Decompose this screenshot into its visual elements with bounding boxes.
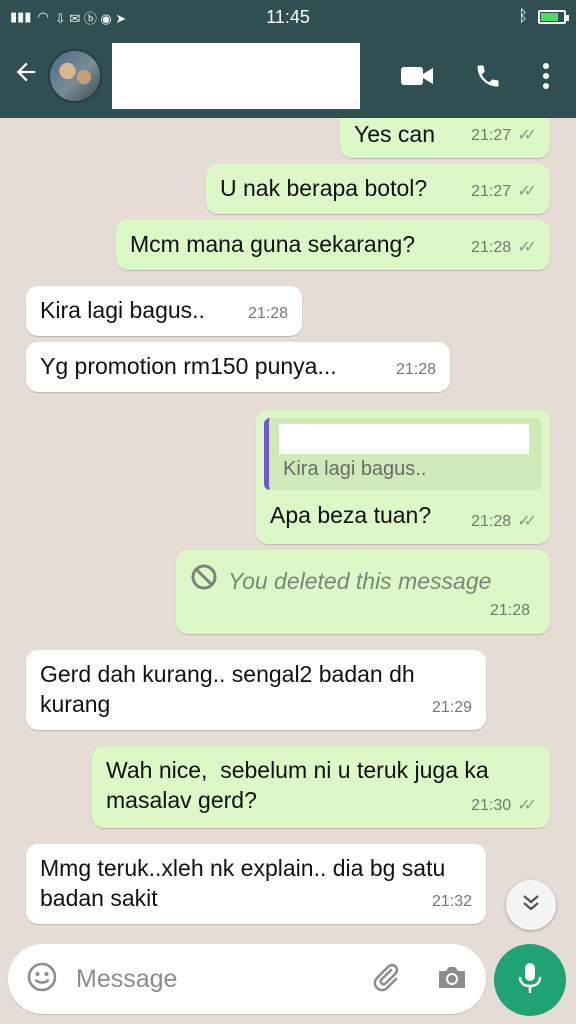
battery-icon — [538, 10, 569, 24]
chat-header — [0, 34, 576, 118]
message-input[interactable]: Message — [76, 965, 370, 994]
deleted-icon — [190, 563, 218, 598]
message-bubble[interactable]: Wah nice, sebelum ni u teruk juga ka mas… — [92, 746, 550, 828]
chevrons-down-icon — [520, 892, 542, 919]
back-arrow-icon[interactable] — [12, 58, 44, 94]
message-bubble[interactable]: Yg promotion rm150 punya... 21:28 — [26, 342, 450, 392]
attach-icon[interactable] — [370, 961, 402, 998]
message-time: 21:28 — [471, 513, 512, 530]
reply-message-bubble[interactable]: Kira lagi bagus.. Apa beza tuan? 21:28 ✓✓ — [256, 410, 550, 544]
more-vert-icon[interactable] — [542, 62, 550, 90]
message-text: You deleted this message — [228, 567, 492, 594]
quoted-message[interactable]: Kira lagi bagus.. — [264, 418, 542, 490]
message-time: 21:28 — [471, 239, 512, 256]
message-bubble[interactable]: Yes can 21:27 ✓✓ — [340, 118, 550, 158]
message-text: Gerd dah kurang.. sengal2 badan dh kuran… — [40, 661, 415, 717]
scroll-to-bottom-button[interactable] — [506, 880, 556, 930]
message-text: Apa beza tuan? — [270, 502, 432, 528]
avatar[interactable] — [48, 49, 102, 103]
contact-name[interactable] — [112, 43, 360, 109]
status-time: 11:45 — [266, 6, 310, 27]
double-check-icon: ✓✓ — [517, 513, 537, 530]
mic-icon — [517, 961, 543, 1000]
quoted-sender-name — [279, 424, 529, 454]
double-check-icon: ✓✓ — [517, 127, 537, 144]
message-time: 21:28 — [489, 602, 530, 619]
message-text: Kira lagi bagus.. — [40, 297, 205, 323]
message-bubble[interactable]: Gerd dah kurang.. sengal2 badan dh kuran… — [26, 650, 486, 730]
composer: Message — [8, 944, 486, 1014]
message-time: 21:28 — [395, 361, 436, 378]
message-text: U nak berapa botol? — [220, 175, 428, 201]
message-time: 21:28 — [247, 305, 288, 322]
camera-icon[interactable] — [436, 963, 468, 996]
quoted-text: Kira lagi bagus.. — [283, 458, 427, 480]
message-bubble[interactable]: Kira lagi bagus.. 21:28 — [26, 286, 302, 336]
message-bubble[interactable]: Mcm mana guna sekarang? 21:28 ✓✓ — [116, 220, 550, 270]
message-time: 21:27 — [471, 127, 512, 144]
message-bubble[interactable]: U nak berapa botol? 21:27 ✓✓ — [206, 164, 550, 214]
double-check-icon: ✓✓ — [517, 183, 537, 200]
double-check-icon: ✓✓ — [517, 797, 537, 814]
message-time: 21:32 — [431, 893, 472, 910]
message-bubble[interactable]: Mmg teruk..xleh nk explain.. dia bg satu… — [26, 844, 486, 924]
message-text: Yes can — [354, 121, 435, 147]
message-time: 21:30 — [471, 797, 512, 814]
deleted-message-bubble[interactable]: You deleted this message 21:28 — [176, 550, 550, 634]
emoji-icon[interactable] — [26, 961, 58, 998]
message-time: 21:27 — [471, 183, 512, 200]
message-list[interactable]: Yes can 21:27 ✓✓ U nak berapa botol? 21:2… — [0, 118, 576, 938]
message-text: Mcm mana guna sekarang? — [130, 231, 416, 257]
video-call-icon[interactable] — [400, 64, 434, 88]
message-time: 21:29 — [431, 699, 472, 716]
double-check-icon: ✓✓ — [517, 239, 537, 256]
message-text: Mmg teruk..xleh nk explain.. dia bg satu… — [40, 855, 446, 911]
mic-button[interactable] — [494, 944, 566, 1016]
message-text: Yg promotion rm150 punya... — [40, 353, 337, 379]
status-bar: ▮▮▮ ◠ ⇩ ✉ ⓑ ◉ ➤ 11:45 ᛒ — [0, 0, 576, 34]
phone-icon[interactable] — [474, 62, 502, 90]
